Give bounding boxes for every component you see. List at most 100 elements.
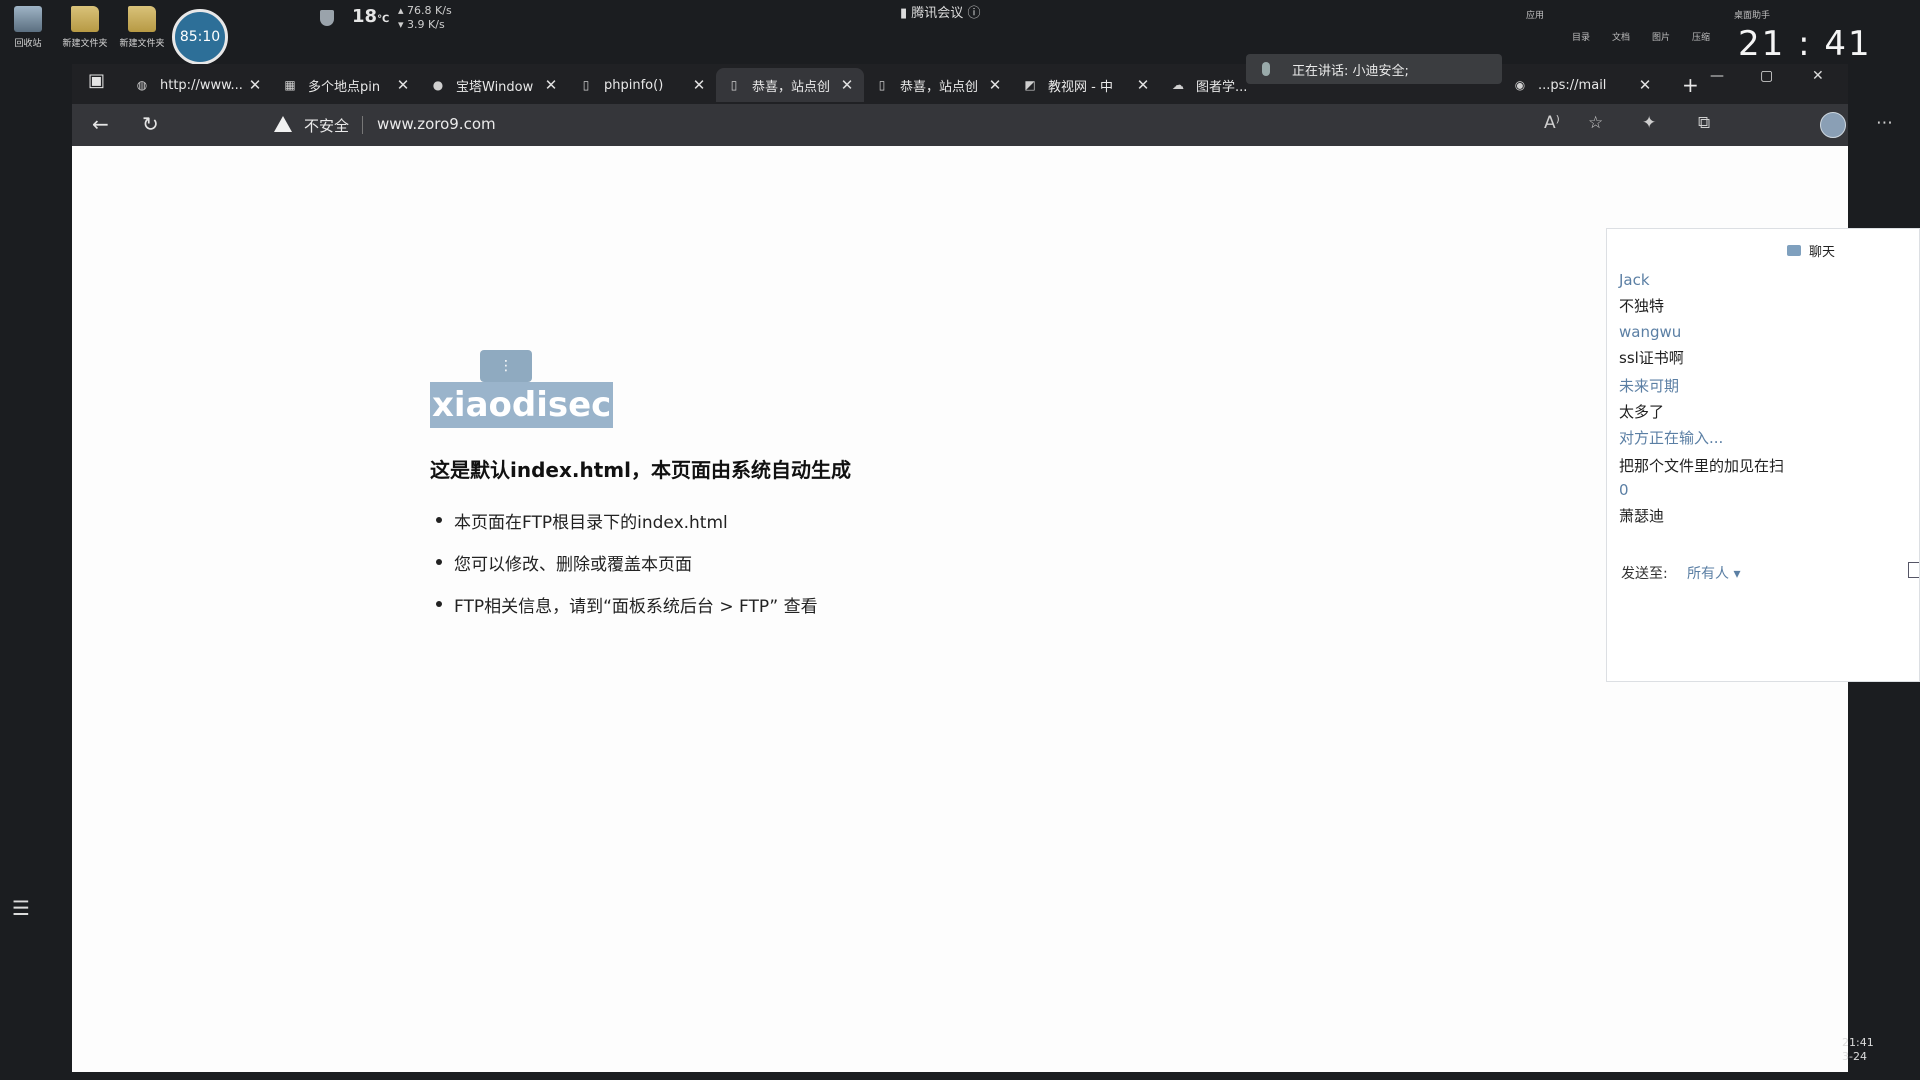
read-aloud-icon[interactable]: A⁾ (1544, 113, 1560, 133)
recycle-bin-icon (14, 6, 42, 32)
chat-sender: 未来可期 (1619, 377, 1680, 395)
tab-label: 多个地点pin (308, 79, 381, 95)
close-icon[interactable]: ✕ (692, 76, 706, 94)
tab-label: 恭喜，站点创 (900, 79, 979, 95)
close-icon[interactable]: ✕ (988, 76, 1002, 94)
close-icon[interactable]: ✕ (544, 76, 558, 94)
tab-label: 宝塔Window (456, 79, 534, 95)
refresh-icon[interactable]: ↻ (142, 112, 159, 136)
meeting-app-name: 腾讯会议 (911, 6, 964, 21)
signal-icon: ▮ (900, 6, 908, 21)
document-icon: ▯ (582, 78, 590, 92)
file-icon[interactable] (1908, 562, 1919, 578)
browser-tab[interactable]: ▯ 恭喜，站点创 ✕ (864, 68, 1012, 102)
more-menu-icon[interactable]: ⋯ (1876, 113, 1893, 133)
warning-icon (274, 116, 292, 132)
bt-panel-icon: ● (432, 78, 444, 92)
cloud-icon: ☁ (1172, 78, 1184, 92)
tray-label[interactable]: 目录 (1572, 30, 1590, 43)
close-icon[interactable]: ✕ (840, 76, 854, 94)
tab-label: ...ps://mail (1538, 77, 1607, 93)
shield-icon (320, 10, 334, 26)
tray-label[interactable]: 压缩 (1692, 30, 1710, 43)
network-speed: ▴ 76.8 K/s ▾ 3.9 K/s (398, 4, 452, 31)
address-divider (362, 116, 363, 134)
meeting-indicator[interactable]: ▮ 腾讯会议 ⓘ (900, 2, 980, 21)
tray-label[interactable]: 图片 (1652, 30, 1670, 43)
speaker-status-text: 正在讲话: 小迪安全; (1292, 63, 1409, 79)
close-icon[interactable]: ✕ (248, 76, 262, 94)
desktop-icon-label: 新建文件夹 (119, 39, 165, 49)
new-tab-button[interactable]: + (1672, 68, 1708, 102)
address-bar[interactable]: www.zoro9.com (377, 115, 496, 133)
tab-label: http://www... (160, 77, 243, 93)
close-icon[interactable]: ✕ (1136, 76, 1150, 94)
tab-actions-icon[interactable]: ▣ (88, 70, 105, 91)
chat-sender: 对方正在输入... (1619, 429, 1724, 447)
send-to-select[interactable]: 所有人 ▾ (1687, 563, 1740, 583)
browser-tab-active[interactable]: ▯ 恭喜，站点创 ✕ (716, 68, 864, 102)
selection-handle-button[interactable]: ⋮ (480, 350, 532, 382)
gamepad-icon: ◩ (1024, 78, 1036, 92)
mail-icon: ◉ (1514, 78, 1526, 92)
browser-tab-bar: ▣ ◍ http://www... ✕ ▦ 多个地点pin ✕ ● 宝塔Wind… (72, 64, 1848, 104)
page-icon: ▦ (284, 78, 296, 92)
list-item: 您可以修改、删除或覆盖本页面 (430, 550, 818, 592)
chat-sender: wangwu (1619, 323, 1682, 341)
list-menu-icon[interactable]: ☰ (12, 896, 30, 920)
speaker-status-bar: 正在讲话: 小迪安全; (1246, 54, 1502, 84)
folder-icon (71, 6, 99, 32)
tray-label[interactable]: 桌面助手 (1734, 8, 1770, 21)
browser-tab[interactable]: ▦ 多个地点pin ✕ (272, 68, 420, 102)
tray-label[interactable]: 应用 (1526, 8, 1544, 21)
extensions-icon[interactable]: ✦ (1642, 113, 1656, 133)
page-heading: 这是默认index.html，本页面由系统自动生成 (430, 458, 851, 482)
chat-sender: Jack (1619, 271, 1650, 289)
chat-bubble-icon (1787, 245, 1801, 256)
microphone-icon (1262, 62, 1270, 76)
list-item: 本页面在FTP根目录下的index.html (430, 508, 818, 550)
send-to-label: 发送至: (1621, 566, 1668, 582)
desktop-icon-label: 新建文件夹 (62, 39, 108, 49)
site-logo: xiaodisec (430, 382, 614, 428)
chat-title-text: 聊天 (1809, 245, 1836, 260)
document-icon: ▯ (730, 78, 738, 92)
document-icon: ▯ (878, 78, 886, 92)
collections-icon[interactable]: ⧉ (1698, 113, 1710, 133)
minimize-button[interactable]: — (1710, 68, 1724, 84)
close-icon[interactable]: ✕ (396, 76, 410, 94)
meeting-chat-panel: 聊天 Jack 不独特 wangwu ssl证书啊 未来可期 太多了 对方正在输… (1606, 228, 1920, 682)
desktop-clock: 21 : 41 (1738, 24, 1872, 64)
maximize-button[interactable]: ▢ (1760, 68, 1773, 84)
browser-tab[interactable]: ◍ http://www... ✕ (124, 68, 272, 102)
desktop-icon-folder[interactable]: 新建文件夹 (57, 6, 113, 49)
browser-toolbar: ← ↻ 不安全 www.zoro9.com A⁾ ☆ ✦ ⧉ ⋯ (72, 104, 1893, 146)
profile-avatar[interactable] (1820, 112, 1846, 138)
tray-label[interactable]: 文档 (1612, 30, 1630, 43)
browser-tab[interactable]: ▯ phpinfo() ✕ (568, 68, 716, 102)
taskbar-clock: 21:41 3-24 (1842, 1036, 1874, 1063)
info-list: 本页面在FTP根目录下的index.html 您可以修改、删除或覆盖本页面 FT… (430, 508, 818, 634)
browser-tab[interactable]: ● 宝塔Window ✕ (420, 68, 568, 102)
tab-label: 教视网 - 中 (1048, 79, 1113, 95)
desktop-icon-folder[interactable]: 新建文件夹 (114, 6, 170, 49)
chat-message: ssl证书啊 (1619, 349, 1684, 367)
close-icon[interactable]: ✕ (1638, 76, 1652, 94)
browser-tab[interactable]: ◩ 教视网 - 中 ✕ (1012, 68, 1160, 102)
tab-label: 恭喜，站点创 (752, 79, 831, 95)
close-window-button[interactable]: ✕ (1812, 68, 1824, 84)
cpu-temperature: 18℃ (352, 6, 390, 27)
back-arrow-icon[interactable]: ← (92, 112, 109, 136)
list-item: FTP相关信息，请到“面板系统后台 > FTP” 查看 (430, 592, 818, 634)
chat-message: 不独特 (1619, 297, 1665, 315)
favorite-star-icon[interactable]: ☆ (1588, 113, 1603, 133)
tab-label: phpinfo() (604, 77, 664, 93)
browser-tab[interactable]: ◉ ...ps://mail ✕ (1502, 68, 1662, 102)
desktop-icon-label: 回收站 (14, 39, 42, 49)
recording-timer[interactable]: 85:10 (172, 9, 228, 65)
folder-icon (128, 6, 156, 32)
security-label[interactable]: 不安全 (304, 115, 349, 136)
page-content (72, 146, 1848, 1072)
desktop-icon-recycle-bin[interactable]: 回收站 (0, 6, 56, 49)
chat-message: 太多了 (1619, 403, 1665, 421)
